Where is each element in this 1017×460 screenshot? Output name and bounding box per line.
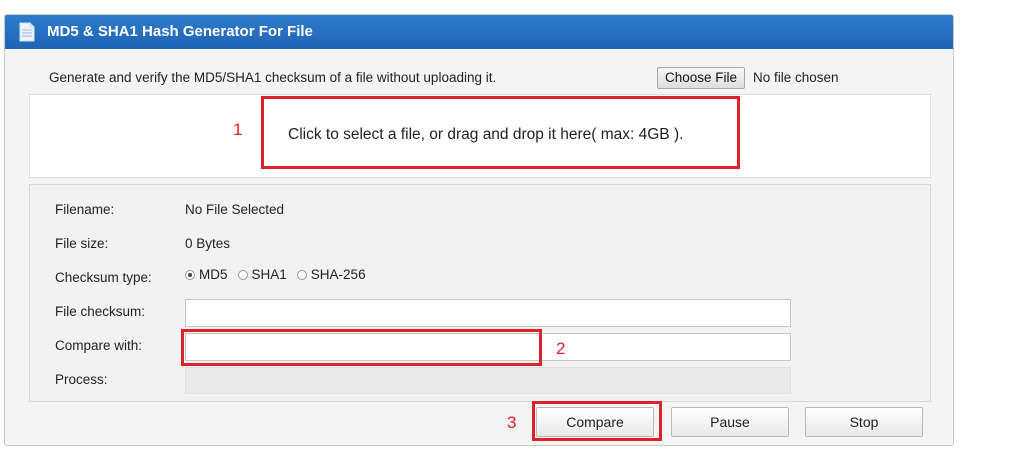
checksum-type-group: MD5 SHA1 SHA-256 — [185, 267, 376, 282]
filename-label: Filename: — [55, 202, 115, 217]
radio-md5-label[interactable]: MD5 — [199, 267, 228, 282]
radio-sha256[interactable] — [296, 269, 307, 280]
annotation-number-2: 2 — [556, 339, 566, 358]
annotation-box-2 — [181, 329, 542, 366]
process-progress-bar — [185, 367, 791, 394]
filesize-label: File size: — [55, 236, 109, 251]
annotation-box-1 — [261, 96, 740, 169]
choose-file-button[interactable]: Choose File — [657, 67, 746, 89]
hash-generator-panel: MD5 & SHA1 Hash Generator For File Gener… — [4, 14, 954, 446]
stop-button[interactable]: Stop — [805, 407, 923, 437]
radio-sha1[interactable] — [237, 269, 248, 280]
radio-md5[interactable] — [185, 269, 195, 280]
compare-with-label: Compare with: — [55, 338, 143, 353]
file-checksum-label: File checksum: — [55, 304, 146, 319]
annotation-number-3: 3 — [507, 413, 517, 432]
checksum-type-label: Checksum type: — [55, 270, 152, 285]
annotation-number-1: 1 — [233, 120, 243, 139]
radio-sha1-label[interactable]: SHA1 — [252, 267, 287, 282]
file-chosen-status: No file chosen — [753, 70, 839, 85]
process-label: Process: — [55, 372, 108, 387]
pause-button[interactable]: Pause — [671, 407, 789, 437]
filesize-value: 0 Bytes — [185, 236, 231, 251]
radio-sha256-label[interactable]: SHA-256 — [311, 267, 366, 282]
file-checksum-field[interactable] — [185, 299, 791, 327]
intro-text: Generate and verify the MD5/SHA1 checksu… — [49, 70, 497, 85]
panel-title: MD5 & SHA1 Hash Generator For File — [47, 23, 313, 40]
filename-value: No File Selected — [185, 202, 285, 217]
panel-header: MD5 & SHA1 Hash Generator For File — [5, 15, 953, 49]
file-details: Filename: No File Selected File size: 0 … — [29, 184, 931, 402]
document-icon — [19, 22, 35, 42]
annotation-box-3 — [532, 401, 662, 441]
